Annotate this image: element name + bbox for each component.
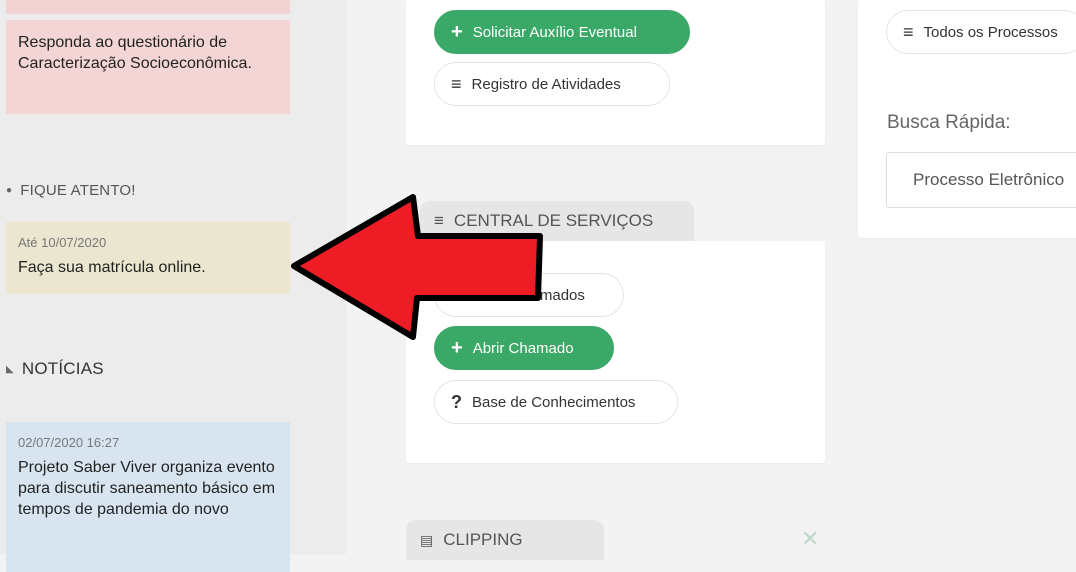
close-icon[interactable]: ✕	[801, 526, 819, 552]
left-sidebar: Responda ao questionário de Caracterizaç…	[0, 0, 346, 572]
newspaper-icon: ▤	[420, 531, 434, 548]
todos-processos-label: Todos os Processos	[923, 23, 1058, 41]
list-icon: ≡	[903, 22, 914, 42]
attention-title: FIQUE ATENTO!	[20, 182, 136, 199]
base-conhecimentos-label: Base de Conhecimentos	[472, 393, 636, 411]
plus-icon: +	[451, 337, 463, 359]
busca-rapida-label: Busca Rápida:	[887, 112, 1011, 133]
attention-text: Faça sua matrícula online.	[18, 259, 206, 276]
clipping-tab: ▤ CLIPPING	[406, 520, 604, 560]
central-servicos-tab: ≡ CENTRAL DE SERVIÇOS	[420, 201, 694, 241]
news-heading: ◣ NOTÍCIAS	[6, 359, 104, 379]
attention-heading: ● FIQUE ATENTO!	[6, 182, 136, 199]
news-title: NOTÍCIAS	[21, 359, 104, 378]
questionnaire-alert-text: Responda ao questionário de Caracterizaç…	[18, 34, 252, 72]
clipping-title: CLIPPING	[443, 530, 523, 549]
central-servicos-title: CENTRAL DE SERVIÇOS	[453, 211, 654, 230]
news-date: 02/07/2020 16:27	[18, 435, 120, 450]
attention-icon: ●	[6, 185, 13, 196]
solicitar-auxilio-button[interactable]: + Solicitar Auxílio Eventual	[434, 10, 690, 54]
base-conhecimentos-button[interactable]: ? Base de Conhecimentos	[434, 380, 678, 424]
previous-notice-strip	[6, 0, 290, 14]
list-icon: ≡	[451, 285, 462, 305]
list-icon: ≡	[451, 74, 462, 94]
registro-atividades-label: Registro de Atividades	[471, 75, 621, 93]
meus-chamados-button[interactable]: ≡ Meus Chamados	[434, 273, 624, 317]
news-item[interactable]: 02/07/2020 16:27 Projeto Saber Viver org…	[6, 422, 290, 572]
questionnaire-alert[interactable]: Responda ao questionário de Caracterizaç…	[6, 20, 290, 114]
list-icon: ≡	[434, 211, 444, 230]
solicitar-auxilio-label: Solicitar Auxílio Eventual	[472, 23, 637, 41]
registro-atividades-button[interactable]: ≡ Registro de Atividades	[434, 62, 670, 106]
todos-processos-button[interactable]: ≡ Todos os Processos	[886, 10, 1076, 54]
search-input[interactable]	[911, 169, 1076, 191]
search-box[interactable]	[886, 152, 1076, 208]
abrir-chamado-label: Abrir Chamado	[472, 339, 574, 357]
attention-notice[interactable]: Até 10/07/2020 Faça sua matrícula online…	[6, 222, 290, 294]
abrir-chamado-button[interactable]: + Abrir Chamado	[434, 326, 614, 370]
news-text: Projeto Saber Viver organiza evento para…	[18, 459, 276, 518]
question-icon: ?	[451, 392, 462, 412]
news-icon: ◣	[6, 363, 14, 375]
meus-chamados-label: Meus Chamados	[471, 286, 585, 304]
attention-date: Até 10/07/2020	[18, 235, 107, 250]
plus-icon: +	[451, 21, 463, 43]
